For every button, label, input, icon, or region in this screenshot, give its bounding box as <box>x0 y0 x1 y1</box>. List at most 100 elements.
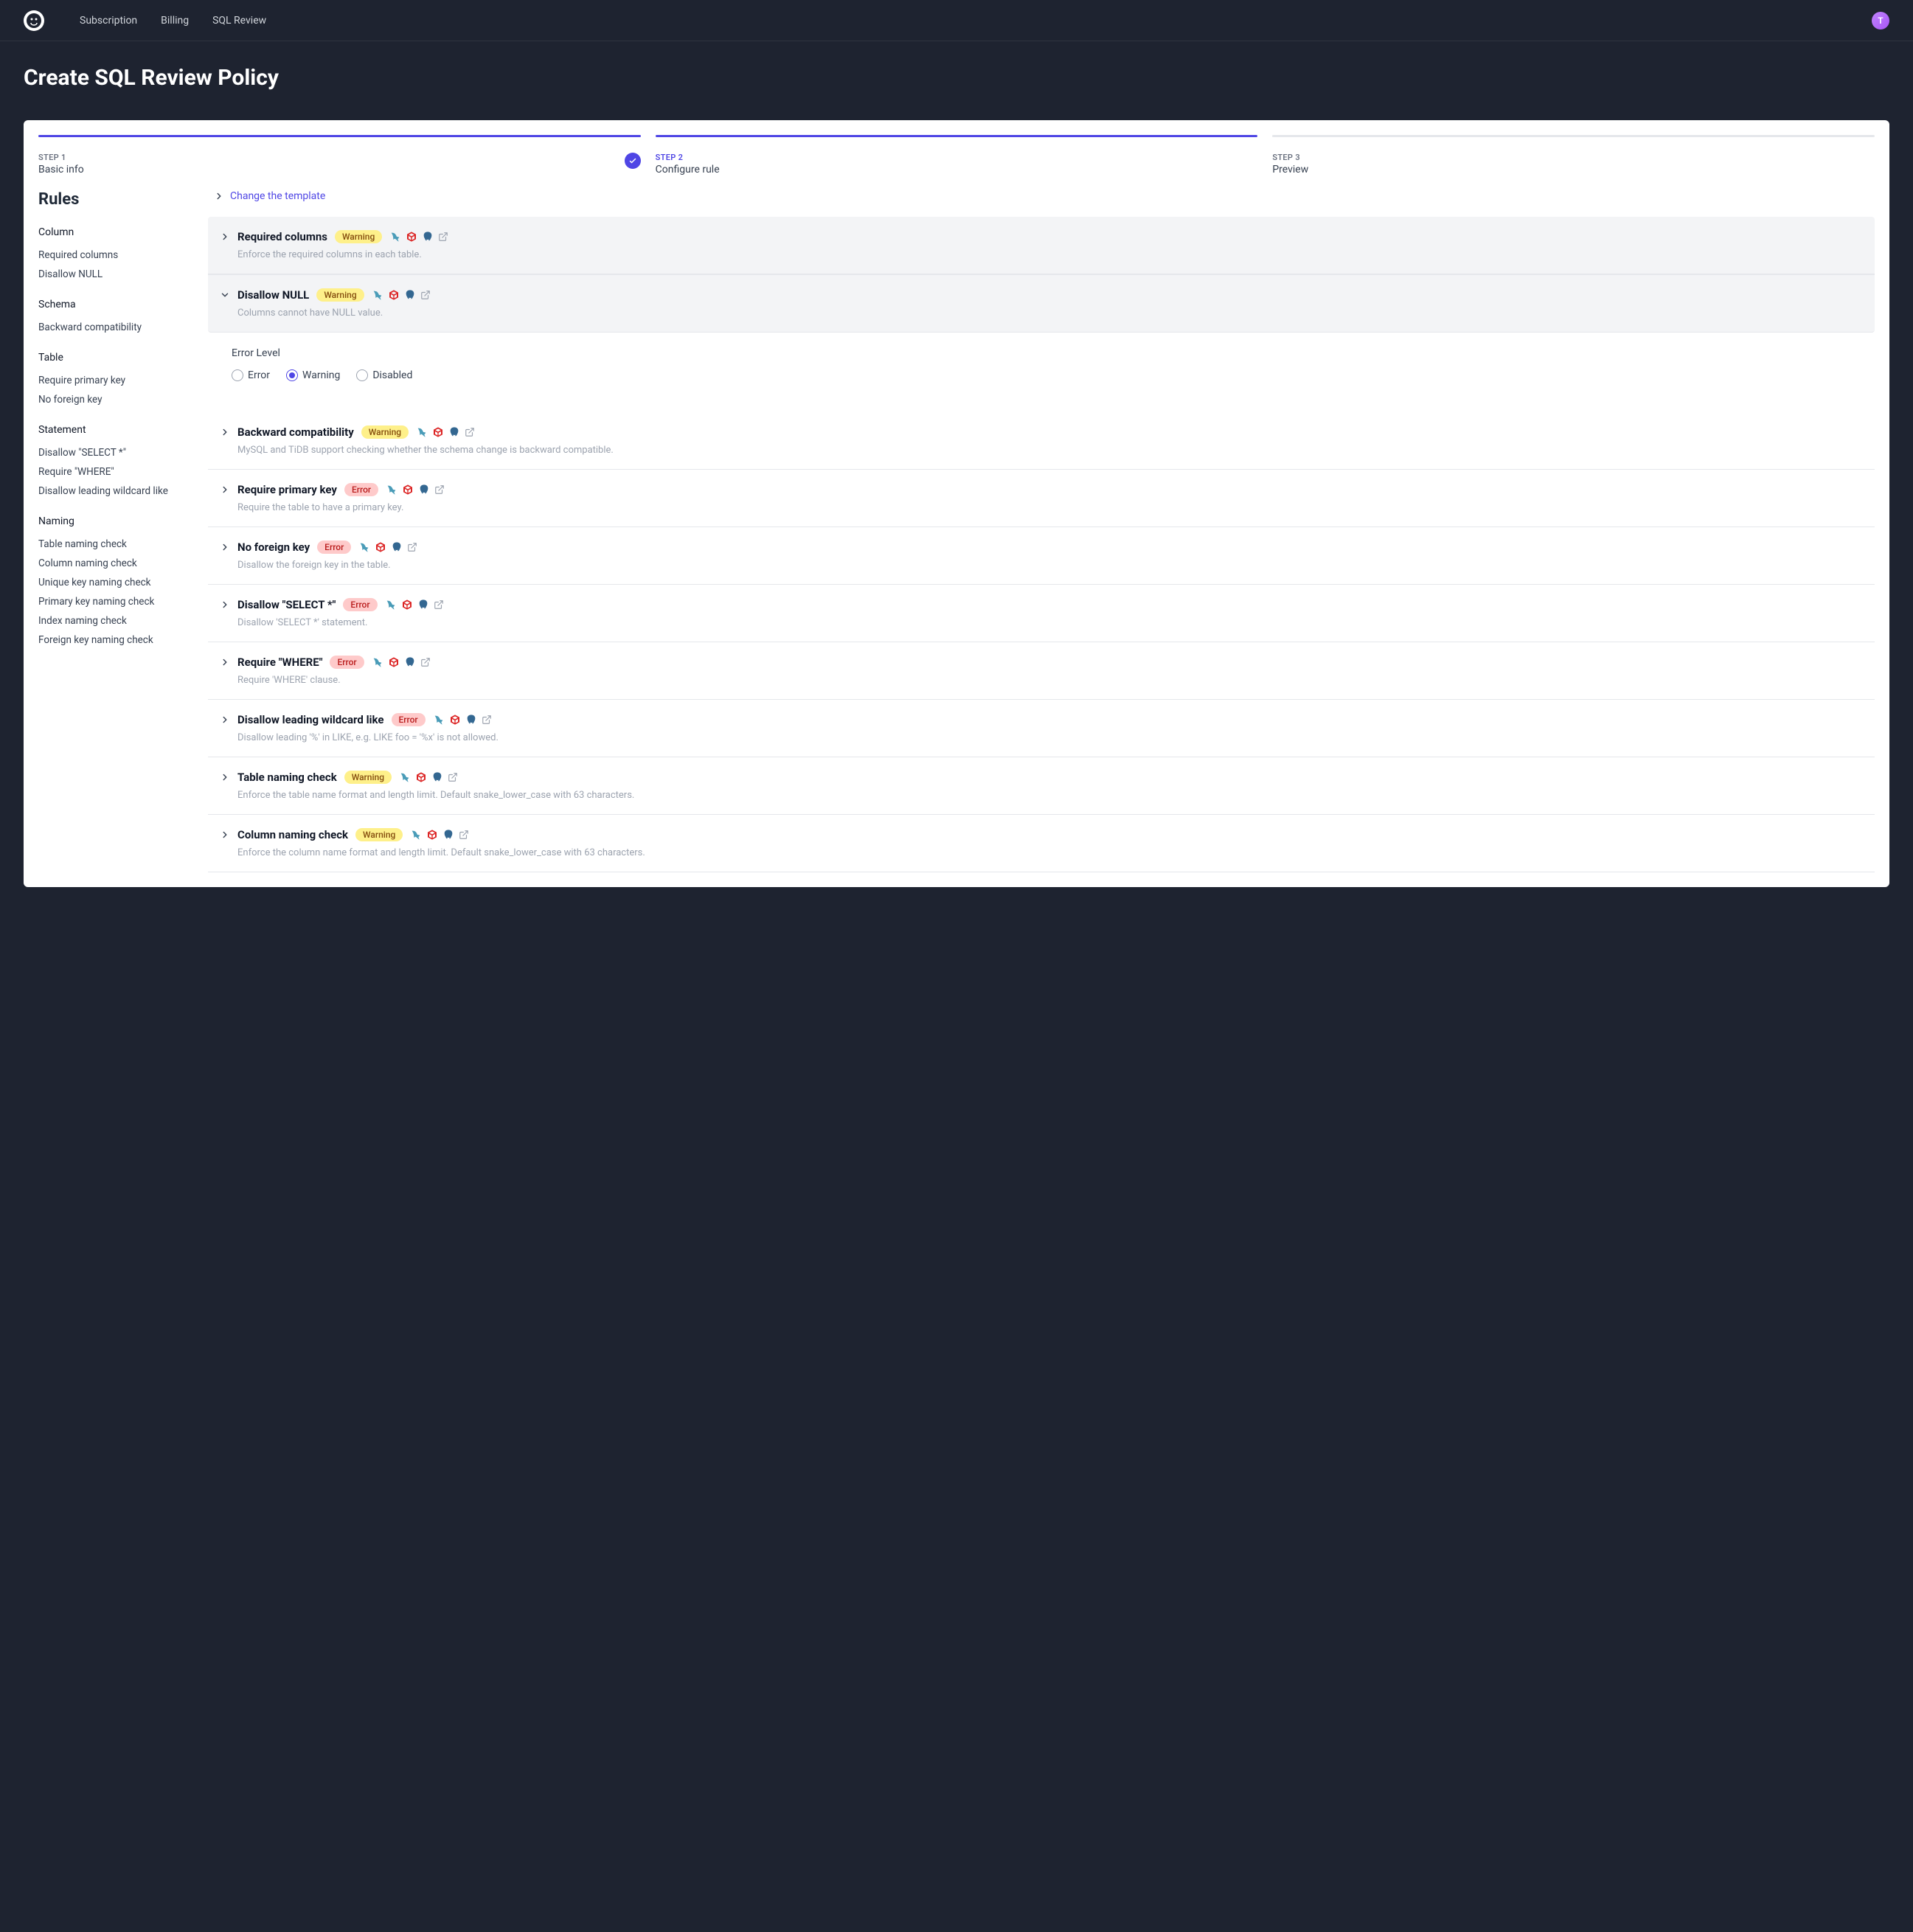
radio-label: Disabled <box>372 369 412 381</box>
external-link-icon[interactable] <box>438 232 448 242</box>
chevron-right-icon[interactable] <box>220 830 230 840</box>
sidebar-item-index-naming-check[interactable]: Index naming check <box>38 611 193 630</box>
chevron-right-icon <box>214 191 224 201</box>
sidebar-item-table-naming-check[interactable]: Table naming check <box>38 535 193 554</box>
rule-require-where-: Require "WHERE" Error Require 'WHERE' cl… <box>208 642 1875 700</box>
chevron-right-icon[interactable] <box>220 427 230 437</box>
postgres-icon <box>418 484 430 496</box>
sidebar-item-primary-key-naming-check[interactable]: Primary key naming check <box>38 592 193 611</box>
rule-table-naming-check: Table naming check Warning Enforce the t… <box>208 757 1875 815</box>
sidebar-item-no-foreign-key[interactable]: No foreign key <box>38 390 193 409</box>
step-preview[interactable]: STEP 3 Preview <box>1272 135 1875 176</box>
external-link-icon[interactable] <box>459 830 469 840</box>
tidb-icon <box>375 541 386 553</box>
postgres-icon <box>417 599 429 611</box>
rule-description: Enforce the column name format and lengt… <box>220 847 1863 858</box>
rule-title: Require "WHERE" <box>237 656 322 669</box>
rule-description: Enforce the table name format and length… <box>220 790 1863 801</box>
user-avatar[interactable]: T <box>1872 12 1889 29</box>
rule-required-columns: Required columns Warning Enforce the req… <box>208 217 1875 274</box>
rule-disallow-leading-wildcard-like: Disallow leading wildcard like Error Dis… <box>208 700 1875 757</box>
rule-disallow-select-: Disallow "SELECT *" Error Disallow 'SELE… <box>208 585 1875 642</box>
rule-description: Disallow 'SELECT *' statement. <box>220 617 1863 628</box>
nav-link-subscription[interactable]: Subscription <box>80 15 137 27</box>
radio-warning[interactable]: Warning <box>286 369 340 381</box>
chevron-down-icon[interactable] <box>220 290 230 300</box>
level-badge: Warning <box>344 771 392 784</box>
sidebar-item-unique-key-naming-check[interactable]: Unique key naming check <box>38 573 193 592</box>
rule-title: No foreign key <box>237 541 310 554</box>
external-link-icon[interactable] <box>448 772 458 782</box>
nav-link-sql-review[interactable]: SQL Review <box>212 15 266 27</box>
mysql-icon <box>358 541 370 553</box>
sidebar-item-backward-compatibility[interactable]: Backward compatibility <box>38 318 193 337</box>
tidb-icon <box>449 714 461 726</box>
step-progress-bar <box>1272 135 1875 137</box>
external-link-icon[interactable] <box>420 290 431 300</box>
chevron-right-icon[interactable] <box>220 715 230 725</box>
sidebar-group-title: Statement <box>38 424 193 436</box>
step-basic-info[interactable]: STEP 1 Basic info <box>38 135 641 176</box>
sidebar-item-disallow-leading-wildcard-like[interactable]: Disallow leading wildcard like <box>38 482 193 501</box>
rule-backward-compatibility: Backward compatibility Warning MySQL and… <box>208 412 1875 470</box>
external-link-icon[interactable] <box>407 542 417 552</box>
external-link-icon[interactable] <box>482 715 492 725</box>
level-badge: Error <box>344 483 378 496</box>
chevron-right-icon[interactable] <box>220 600 230 610</box>
nav-links: Subscription Billing SQL Review <box>80 15 1872 27</box>
external-link-icon[interactable] <box>434 484 445 495</box>
sidebar-group-title: Table <box>38 352 193 364</box>
level-badge: Warning <box>335 230 382 243</box>
rule-description: Disallow the foreign key in the table. <box>220 560 1863 571</box>
app-logo[interactable] <box>24 10 44 31</box>
change-template-label: Change the template <box>230 190 325 202</box>
chevron-right-icon[interactable] <box>220 772 230 782</box>
radio-disabled[interactable]: Disabled <box>356 369 412 381</box>
sidebar-group-title: Naming <box>38 515 193 527</box>
rule-no-foreign-key: No foreign key Error Disallow the foreig… <box>208 527 1875 585</box>
rule-title: Disallow "SELECT *" <box>237 598 336 611</box>
sidebar-groups: ColumnRequired columnsDisallow NULLSchem… <box>38 226 193 650</box>
postgres-icon <box>391 541 403 553</box>
error-level-radio-group: Error Warning Disabled <box>232 369 1851 381</box>
external-link-icon[interactable] <box>465 427 475 437</box>
mysql-icon <box>372 289 383 301</box>
rule-description: Require the table to have a primary key. <box>220 502 1863 513</box>
sidebar-item-disallow-select-[interactable]: Disallow "SELECT *" <box>38 443 193 462</box>
rule-description: Enforce the required columns in each tab… <box>220 249 1863 260</box>
mysql-icon <box>386 484 397 496</box>
sidebar-item-foreign-key-naming-check[interactable]: Foreign key naming check <box>38 630 193 650</box>
tidb-icon <box>432 426 444 438</box>
mysql-icon <box>433 714 445 726</box>
nav-link-billing[interactable]: Billing <box>161 15 189 27</box>
sidebar-item-disallow-null[interactable]: Disallow NULL <box>38 265 193 284</box>
level-badge: Warning <box>355 828 403 841</box>
step-configure-rule[interactable]: STEP 2 Configure rule <box>656 135 1258 176</box>
rule-title: Disallow NULL <box>237 288 309 302</box>
rule-description: Disallow leading '%' in LIKE, e.g. LIKE … <box>220 732 1863 743</box>
chevron-right-icon[interactable] <box>220 542 230 552</box>
external-link-icon[interactable] <box>434 600 444 610</box>
tidb-icon <box>388 656 400 668</box>
chevron-right-icon[interactable] <box>220 232 230 242</box>
chevron-right-icon[interactable] <box>220 484 230 495</box>
level-badge: Error <box>343 598 377 611</box>
rule-title: Required columns <box>237 230 327 243</box>
step-progress-bar <box>656 135 1258 137</box>
sidebar-item-require-primary-key[interactable]: Require primary key <box>38 371 193 390</box>
mysql-icon <box>416 426 428 438</box>
step-progress-bar <box>38 135 641 137</box>
sidebar-item-require-where-[interactable]: Require "WHERE" <box>38 462 193 482</box>
chevron-right-icon[interactable] <box>220 657 230 667</box>
postgres-icon <box>442 829 454 841</box>
rule-column-naming-check: Column naming check Warning Enforce the … <box>208 815 1875 872</box>
step-name: Preview <box>1272 164 1875 176</box>
external-link-icon[interactable] <box>420 657 431 667</box>
radio-error[interactable]: Error <box>232 369 270 381</box>
change-template-link[interactable]: Change the template <box>208 190 1875 202</box>
postgres-icon <box>422 231 434 243</box>
rule-title: Table naming check <box>237 771 337 784</box>
postgres-icon <box>404 289 416 301</box>
sidebar-item-column-naming-check[interactable]: Column naming check <box>38 554 193 573</box>
sidebar-item-required-columns[interactable]: Required columns <box>38 246 193 265</box>
